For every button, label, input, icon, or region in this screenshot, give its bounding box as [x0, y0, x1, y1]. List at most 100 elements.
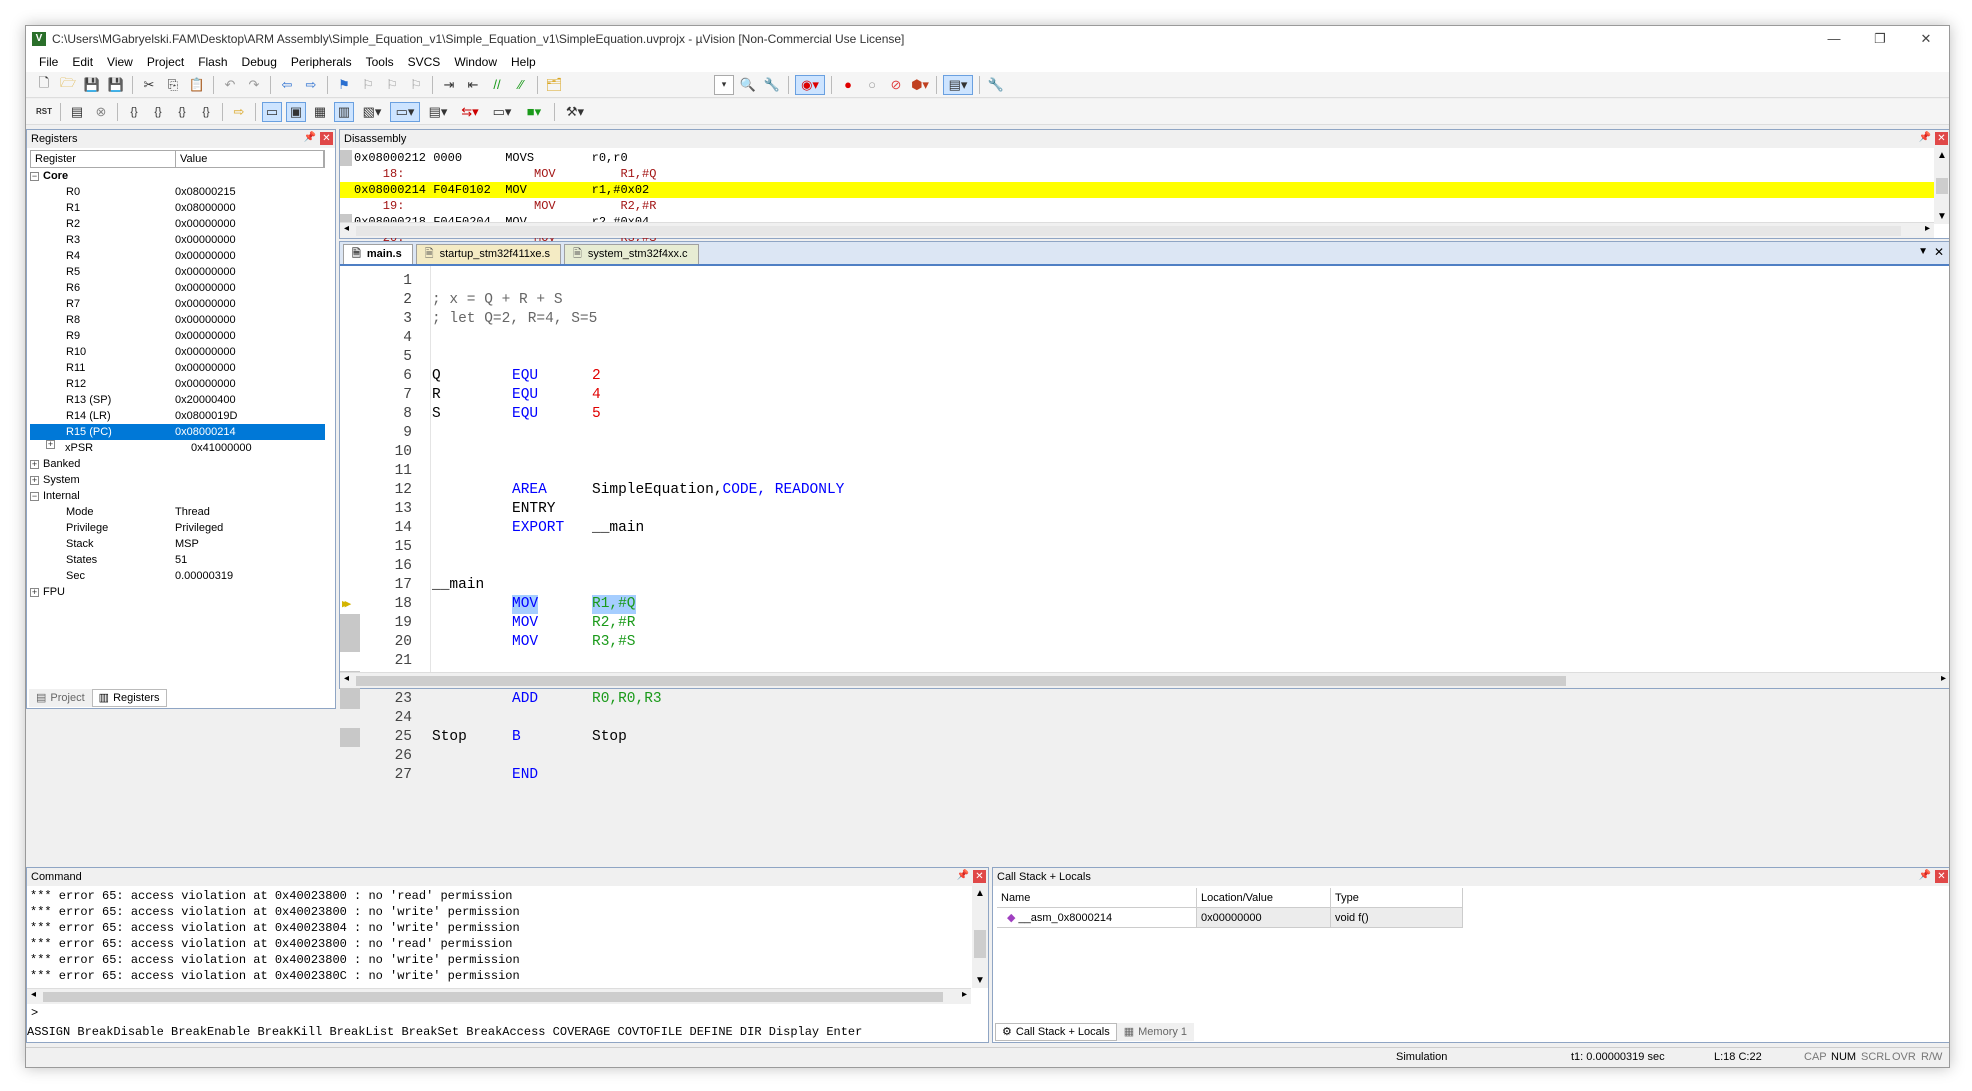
menu-peripherals[interactable]: Peripherals — [284, 55, 359, 69]
step-over-icon[interactable]: {} — [148, 102, 168, 122]
window-layout-icon[interactable]: ▤▾ — [943, 74, 973, 95]
register-row[interactable]: R13 (SP) 0x20000400 — [30, 392, 325, 408]
code-line[interactable]: 8 S EQU 5 — [340, 405, 1932, 424]
scroll-up-icon[interactable]: ▲ — [975, 888, 985, 899]
bookmark-clear-icon[interactable]: ⚐ — [406, 75, 426, 95]
register-row[interactable]: + xPSR 0x41000000 — [30, 440, 325, 456]
cut-icon[interactable]: ✂ — [139, 75, 159, 95]
menu-edit[interactable]: Edit — [65, 55, 100, 69]
column-header-type[interactable]: Type — [1331, 888, 1463, 908]
callstack-row[interactable]: ◆ __asm_0x8000214 0x00000000 void f() — [997, 908, 1463, 928]
restore-button[interactable]: ❐ — [1857, 26, 1903, 52]
register-value[interactable]: 0x00000000 — [175, 376, 325, 392]
register-row[interactable]: R2 0x00000000 — [30, 216, 325, 232]
register-row[interactable]: R14 (LR) 0x0800019D — [30, 408, 325, 424]
register-value[interactable]: 0x00000000 — [175, 264, 325, 280]
register-row[interactable]: R3 0x00000000 — [30, 232, 325, 248]
system-viewer-icon[interactable]: ⚒▾ — [561, 102, 589, 122]
code-line[interactable]: 21 — [340, 652, 1932, 671]
undo-icon[interactable]: ↶ — [220, 75, 240, 95]
register-row[interactable]: R8 0x00000000 — [30, 312, 325, 328]
kill-breakpoints-icon[interactable]: ⬢▾ — [910, 75, 930, 95]
uncomment-icon[interactable]: ⁄⁄ — [511, 75, 531, 95]
paste-icon[interactable]: 📋 — [187, 75, 207, 95]
column-header-register[interactable]: Register — [31, 151, 176, 167]
code-line[interactable]: 9 — [340, 424, 1932, 443]
scroll-right-icon[interactable]: ▸ — [1925, 223, 1930, 234]
code-line[interactable]: 3 ; let Q=2, R=4, S=5 — [340, 310, 1932, 329]
expand-icon[interactable]: + — [46, 440, 55, 449]
redo-icon[interactable]: ↷ — [244, 75, 264, 95]
internal-row[interactable]: Privilege Privileged — [30, 520, 325, 536]
show-next-statement-icon[interactable]: ⇨ — [229, 102, 249, 122]
memory-window-icon[interactable]: ▤▾ — [424, 102, 452, 122]
code-line[interactable]: 13 ENTRY — [340, 500, 1932, 519]
disassembly-line[interactable]: 19: MOV R2,#R — [340, 198, 1934, 214]
tab-call-stack-locals[interactable]: ⚙ Call Stack + Locals — [995, 1023, 1117, 1041]
debug-session-icon[interactable]: ◉▾ — [795, 74, 825, 95]
code-line[interactable]: 19 MOV R2,#R — [340, 614, 1932, 633]
configure-icon[interactable]: 🔧 — [986, 75, 1006, 95]
code-line[interactable]: 23 ADD R0,R0,R3 — [340, 690, 1932, 709]
menu-view[interactable]: View — [100, 55, 140, 69]
disassembly-line[interactable]: 0x08000214 F04F0102 MOV r1,#0x02 — [340, 182, 1934, 198]
watch-window-icon[interactable]: ▭▾ — [390, 101, 420, 122]
nav-forward-icon[interactable]: ⇨ — [301, 75, 321, 95]
register-value[interactable]: 0x00000000 — [175, 216, 325, 232]
code-line[interactable]: 27 END — [340, 766, 1932, 785]
menu-flash[interactable]: Flash — [191, 55, 234, 69]
register-row[interactable]: R0 0x08000215 — [30, 184, 325, 200]
register-value[interactable]: 0x08000214 — [175, 424, 325, 440]
tree-node-banked[interactable]: + Banked — [30, 456, 325, 472]
register-row[interactable]: R10 0x00000000 — [30, 344, 325, 360]
scroll-thumb[interactable] — [974, 930, 986, 958]
disable-breakpoints-icon[interactable]: ⊘ — [886, 75, 906, 95]
scroll-thumb[interactable] — [1936, 178, 1948, 194]
close-panel-icon[interactable]: ✕ — [1935, 132, 1948, 145]
code-line[interactable]: 20 MOV R3,#S — [340, 633, 1932, 652]
register-row[interactable]: R4 0x00000000 — [30, 248, 325, 264]
register-value[interactable]: 0x00000000 — [175, 248, 325, 264]
reset-icon[interactable]: RST — [34, 102, 54, 122]
new-file-icon[interactable]: 🗋 — [34, 75, 54, 95]
close-button[interactable]: ✕ — [1903, 26, 1949, 52]
tab-project[interactable]: ▤ Project — [29, 689, 92, 707]
tab-system-stm32f4xx-c[interactable]: 🗎 system_stm32f4xx.c — [564, 244, 699, 264]
register-value[interactable]: 0x20000400 — [175, 392, 325, 408]
scroll-up-icon[interactable]: ▲ — [1937, 150, 1947, 161]
code-editor[interactable]: 1 2; x = Q + R + S 3; let Q=2, R=4, S=5 4 5 6… — [340, 272, 1932, 785]
register-row[interactable]: R15 (PC) 0x08000214 — [30, 424, 325, 440]
internal-row[interactable]: States 51 — [30, 552, 325, 568]
bookmark-prev-icon[interactable]: ⚐ — [358, 75, 378, 95]
comment-icon[interactable]: // — [487, 75, 507, 95]
bookmark-next-icon[interactable]: ⚐ — [382, 75, 402, 95]
run-icon[interactable]: ▤ — [67, 102, 87, 122]
pin-icon[interactable]: 📌 — [304, 132, 316, 145]
pin-icon[interactable]: 📌 — [1919, 870, 1931, 883]
tab-startup-stm32f411xe-s[interactable]: 🗎 startup_stm32f411xe.s — [415, 244, 562, 264]
register-row[interactable]: R6 0x00000000 — [30, 280, 325, 296]
code-line[interactable]: 10 — [340, 443, 1932, 462]
minimize-button[interactable]: — — [1811, 26, 1857, 52]
expand-icon[interactable]: + — [30, 587, 39, 597]
indent-icon[interactable]: ⇥ — [439, 75, 459, 95]
expand-icon[interactable]: + — [30, 475, 39, 485]
find-combo-icon[interactable]: ▾ — [714, 74, 734, 95]
scroll-thumb[interactable] — [356, 226, 1901, 236]
tab-list-dropdown-icon[interactable]: ▼ — [1918, 246, 1928, 257]
copy-icon[interactable]: ⎘ — [163, 75, 183, 95]
scroll-down-icon[interactable]: ▼ — [975, 975, 985, 986]
close-tab-icon[interactable]: ✕ — [1934, 245, 1944, 259]
register-value[interactable]: 0x08000215 — [175, 184, 325, 200]
column-header-location[interactable]: Location/Value — [1197, 888, 1331, 908]
scroll-left-icon[interactable]: ◂ — [31, 989, 36, 1000]
code-line[interactable]: 7 R EQU 4 — [340, 386, 1932, 405]
pin-icon[interactable]: 📌 — [957, 870, 969, 883]
internal-row[interactable]: Sec 0.00000319 — [30, 568, 325, 584]
serial-window-icon[interactable]: ⇆▾ — [456, 102, 484, 122]
register-value[interactable]: 0x00000000 — [175, 296, 325, 312]
code-line[interactable]: 16 — [340, 557, 1932, 576]
disassembly-line[interactable]: 18: MOV R1,#Q — [340, 166, 1934, 182]
pin-icon[interactable]: 📌 — [1919, 132, 1931, 145]
registers-window-icon[interactable]: ▥ — [334, 101, 354, 122]
